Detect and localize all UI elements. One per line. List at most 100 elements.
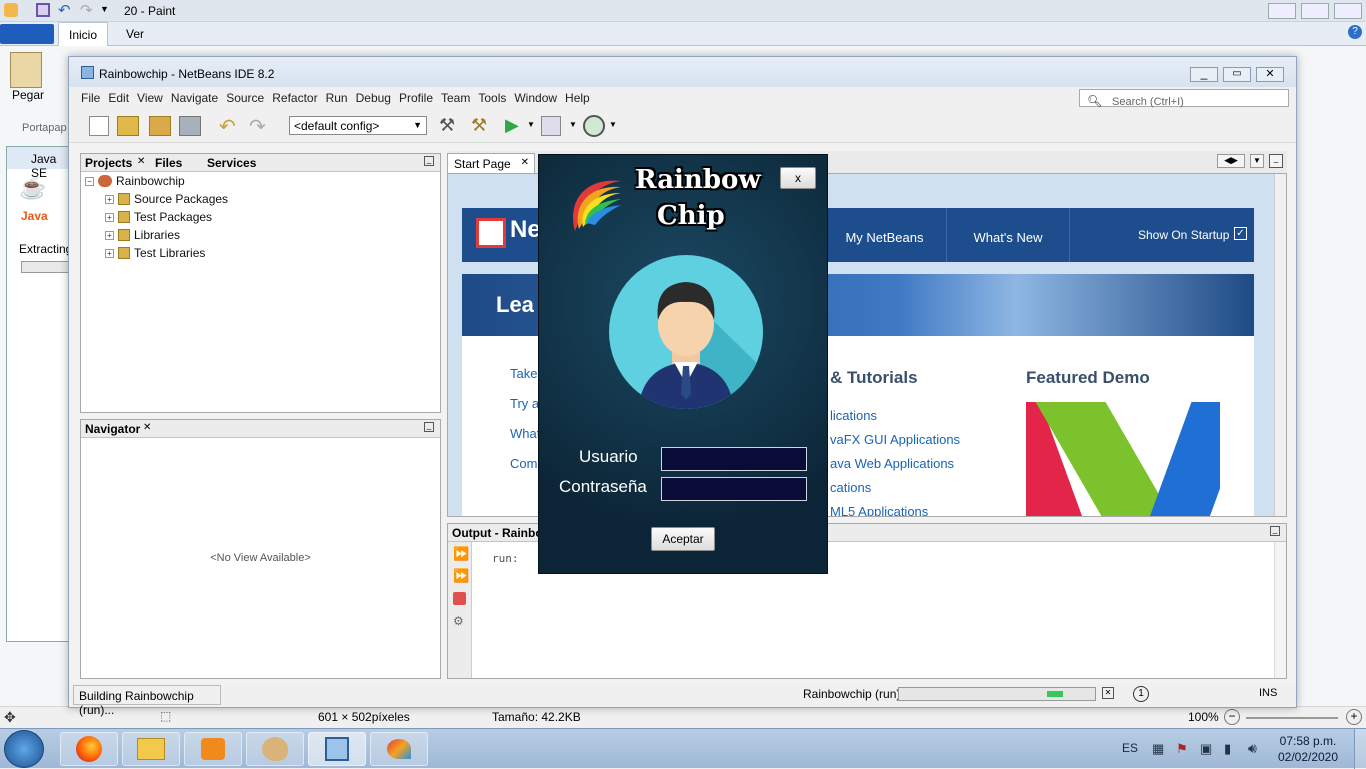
paste-label[interactable]: Pegar	[12, 88, 44, 102]
close-icon[interactable]: ✕	[521, 157, 529, 168]
tutorial-link-2[interactable]: vaFX GUI Applications	[830, 432, 960, 447]
profile-dropdown-icon[interactable]: ▼	[609, 120, 617, 129]
tutorial-link-5[interactable]: ML5 Applications	[830, 504, 928, 516]
left-link-2[interactable]: Try a	[510, 396, 539, 411]
tab-services[interactable]: Services	[207, 156, 256, 170]
tree-item-test-packages[interactable]: + Test Packages	[105, 210, 212, 224]
profile-icon[interactable]	[583, 115, 605, 137]
stop-icon[interactable]	[453, 592, 466, 605]
new-project-icon[interactable]	[117, 116, 139, 136]
tab-navigator[interactable]: Navigator	[85, 422, 140, 436]
signal-icon[interactable]: ▮	[1224, 741, 1231, 757]
save-all-icon[interactable]	[179, 116, 201, 136]
debug-icon[interactable]	[541, 116, 561, 136]
taskbar-firefox[interactable]	[60, 732, 118, 766]
tree-root[interactable]: − Rainbowchip	[85, 174, 185, 188]
paste-icon[interactable]	[10, 52, 42, 88]
redo-icon[interactable]: ↷	[80, 1, 93, 19]
menu-tools[interactable]: Tools	[474, 87, 510, 105]
action-center-icon[interactable]: ⚑	[1176, 741, 1188, 757]
search-placeholder[interactable]: Search (Ctrl+I)	[1108, 92, 1188, 108]
tab-start-page[interactable]: Start Page ✕	[447, 153, 535, 173]
close-icon[interactable]: ✕	[143, 422, 151, 433]
tab-projects[interactable]: Projects	[85, 156, 132, 170]
run-icon[interactable]: ▶	[505, 115, 519, 136]
taskbar-media[interactable]	[184, 732, 242, 766]
expand-icon[interactable]: +	[105, 248, 114, 258]
tab-ver[interactable]: Ver	[126, 27, 144, 41]
taskbar-netbeans[interactable]	[308, 732, 366, 766]
zoom-slider[interactable]	[1246, 717, 1338, 719]
netbeans-close-button[interactable]: ✕	[1256, 67, 1284, 82]
clock-time[interactable]: 07:58 p.m.	[1272, 734, 1344, 748]
tree-item-test-libraries[interactable]: + Test Libraries	[105, 246, 205, 260]
menu-help[interactable]: Help	[561, 87, 594, 105]
minimize-panel-icon[interactable]: _	[424, 156, 434, 166]
debug-dropdown-icon[interactable]: ▼	[569, 120, 577, 129]
cancel-task-icon[interactable]: ✕	[1102, 687, 1114, 699]
menu-refactor[interactable]: Refactor	[268, 87, 321, 105]
show-on-startup-checkbox[interactable]: ✓	[1234, 227, 1247, 240]
network-icon[interactable]: ▦	[1152, 741, 1164, 757]
menu-team[interactable]: Team	[437, 87, 474, 105]
minimize-panel-icon[interactable]: _	[424, 422, 434, 432]
redo-icon[interactable]: ↷	[249, 114, 266, 139]
paint-minimize-button[interactable]	[1268, 3, 1296, 19]
tutorial-link-4[interactable]: cations	[830, 480, 871, 495]
device-icon[interactable]: ▣	[1200, 741, 1212, 757]
expand-icon[interactable]: +	[105, 212, 114, 222]
menu-window[interactable]: Window	[510, 87, 561, 105]
menu-edit[interactable]: Edit	[104, 87, 133, 105]
tab-files[interactable]: Files	[155, 156, 182, 170]
help-icon[interactable]: ?	[1348, 25, 1362, 39]
scroll-tabs-button[interactable]: ◀▶	[1217, 154, 1245, 168]
nav-my-netbeans[interactable]: My NetBeans	[822, 208, 946, 262]
rerun-icon[interactable]: ⏩	[453, 546, 469, 562]
menu-view[interactable]: View	[133, 87, 167, 105]
tab-inicio[interactable]: Inicio	[58, 22, 108, 46]
expand-icon[interactable]: +	[105, 194, 114, 204]
menu-profile[interactable]: Profile	[395, 87, 437, 105]
clean-build-icon[interactable]: ⚒	[471, 115, 487, 136]
clock-date[interactable]: 02/02/2020	[1272, 750, 1344, 764]
undo-icon[interactable]: ↶	[219, 114, 236, 139]
netbeans-restore-button[interactable]: ▭	[1223, 67, 1251, 82]
settings-icon[interactable]: ⚙	[453, 614, 464, 628]
new-file-icon[interactable]	[89, 116, 109, 136]
left-link-1[interactable]: Take	[510, 366, 537, 381]
menu-navigate[interactable]: Navigate	[167, 87, 222, 105]
submit-button[interactable]: Aceptar	[651, 527, 715, 551]
taskbar-paint[interactable]	[246, 732, 304, 766]
output-scrollbar[interactable]	[1274, 542, 1286, 678]
menu-source[interactable]: Source	[222, 87, 268, 105]
menu-debug[interactable]: Debug	[352, 87, 395, 105]
netbeans-minimize-button[interactable]: _	[1190, 67, 1218, 82]
tree-item-source-packages[interactable]: + Source Packages	[105, 192, 228, 206]
minimize-panel-icon[interactable]: _	[1270, 526, 1280, 536]
config-select[interactable]: <default config> ▼	[289, 116, 427, 135]
show-desktop-button[interactable]	[1354, 729, 1366, 769]
open-project-icon[interactable]	[149, 116, 171, 136]
search-box[interactable]: 🔍︎ Search (Ctrl+I)	[1079, 89, 1289, 108]
save-icon[interactable]	[36, 3, 50, 17]
tutorial-link-3[interactable]: ava Web Applications	[830, 456, 954, 471]
maximize-editor-icon[interactable]: _	[1269, 154, 1283, 168]
tutorial-link-1[interactable]: lications	[830, 408, 877, 423]
output-title[interactable]: Output - Rainbow	[452, 526, 552, 540]
start-page-scrollbar[interactable]	[1274, 174, 1286, 516]
close-icon[interactable]: ✕	[137, 156, 145, 167]
dialog-close-button[interactable]: x	[780, 167, 816, 189]
nav-whats-new[interactable]: What's New	[946, 208, 1070, 262]
menu-file[interactable]: File	[77, 87, 104, 105]
undo-icon[interactable]: ↶	[58, 1, 71, 19]
quick-access-dropdown-icon[interactable]: ▼	[100, 4, 109, 14]
collapse-icon[interactable]: −	[85, 176, 94, 186]
rerun-with-params-icon[interactable]: ⏩	[453, 568, 469, 584]
volume-icon[interactable]: 🔊︎	[1248, 740, 1257, 757]
start-button[interactable]	[4, 730, 44, 768]
password-input[interactable]	[661, 477, 807, 501]
taskbar-explorer[interactable]	[122, 732, 180, 766]
language-indicator[interactable]: ES	[1122, 741, 1138, 755]
featured-demo-image[interactable]	[1026, 402, 1220, 516]
build-hammer-icon[interactable]: ⚒	[439, 115, 455, 136]
